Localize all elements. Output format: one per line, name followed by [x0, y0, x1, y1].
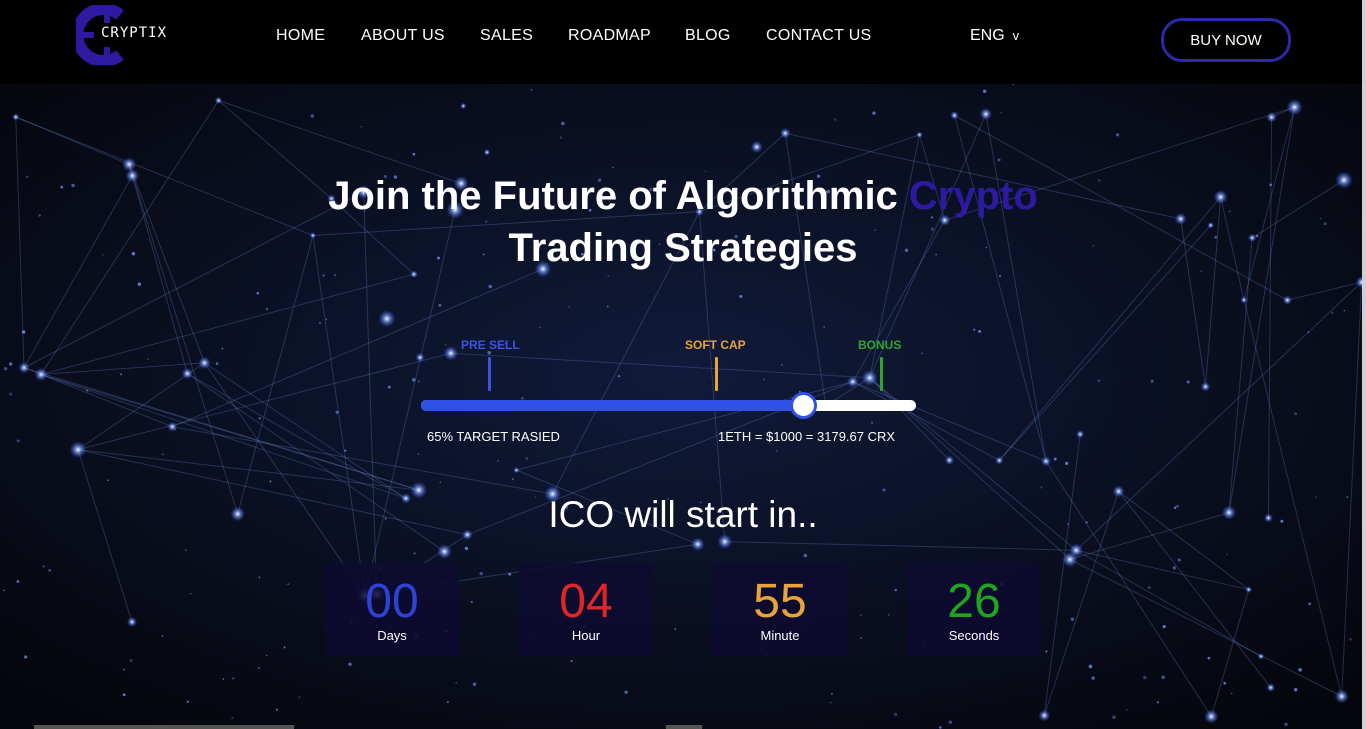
- countdown-hours-label: Hour: [571, 628, 601, 643]
- window-edge: [1362, 0, 1366, 729]
- countdown-minutes-value: 55: [753, 575, 807, 628]
- countdown-seconds-label: Seconds: [948, 628, 1000, 643]
- countdown-hours-value: 04: [559, 575, 613, 628]
- horizontal-scrollbar[interactable]: [34, 725, 294, 729]
- nav-roadmap[interactable]: ROADMAP: [568, 27, 651, 45]
- sale-progress-bar: [421, 392, 916, 419]
- milestone-softcap-marker: [715, 357, 718, 391]
- chevron-down-icon: v: [1012, 28, 1020, 43]
- milestone-bonus-marker: [880, 357, 883, 391]
- countdown-minutes: 55 Minute: [713, 563, 847, 656]
- nav-sales[interactable]: SALES: [480, 27, 533, 45]
- sale-progress-handle: [790, 392, 818, 419]
- milestone-bonus-label: BONUS: [858, 338, 902, 352]
- countdown-days-value: 00: [365, 575, 419, 628]
- hero-title: Join the Future of Algorithmic Crypto Tr…: [200, 170, 1166, 274]
- language-label: ENG: [970, 27, 1005, 44]
- hero-title-text: Join the Future of Algorithmic: [328, 174, 909, 218]
- countdown-seconds: 26 Seconds: [907, 563, 1041, 656]
- logo-text[interactable]: CRYPTIX: [101, 25, 167, 41]
- top-navigation-bar: CRYPTIX HOME ABOUT US SALES ROADMAP BLOG…: [0, 0, 1362, 84]
- nav-blog[interactable]: BLOG: [685, 27, 731, 45]
- milestone-presell-label: PRE SELL: [461, 338, 520, 352]
- exchange-rate-text: 1ETH = $1000 = 3179.67 CRX: [718, 429, 896, 444]
- scrollbar-thumb[interactable]: [666, 725, 702, 729]
- countdown-seconds-value: 26: [947, 575, 1001, 628]
- language-selector[interactable]: ENG v: [970, 27, 1019, 45]
- nav-home[interactable]: HOME: [276, 27, 325, 45]
- milestone-softcap-label: SOFT CAP: [685, 338, 746, 352]
- hero-title-line2: Trading Strategies: [508, 226, 858, 270]
- nav-contact-us[interactable]: CONTACT US: [766, 27, 872, 45]
- countdown-hours: 04 Hour: [519, 563, 653, 656]
- nav-about-us[interactable]: ABOUT US: [361, 27, 445, 45]
- milestone-presell-marker: [488, 357, 491, 391]
- sale-progress-fill: [421, 400, 803, 411]
- countdown-minutes-label: Minute: [760, 628, 800, 643]
- target-raised-text: 65% TARGET RASIED: [427, 429, 560, 444]
- ico-countdown-heading: ICO will start in..: [548, 494, 818, 535]
- countdown-days-label: Days: [377, 628, 407, 643]
- countdown-days: 00 Days: [325, 563, 459, 656]
- buy-now-button[interactable]: BUY NOW: [1161, 18, 1291, 62]
- hero-title-accent: Crypto: [908, 174, 1038, 218]
